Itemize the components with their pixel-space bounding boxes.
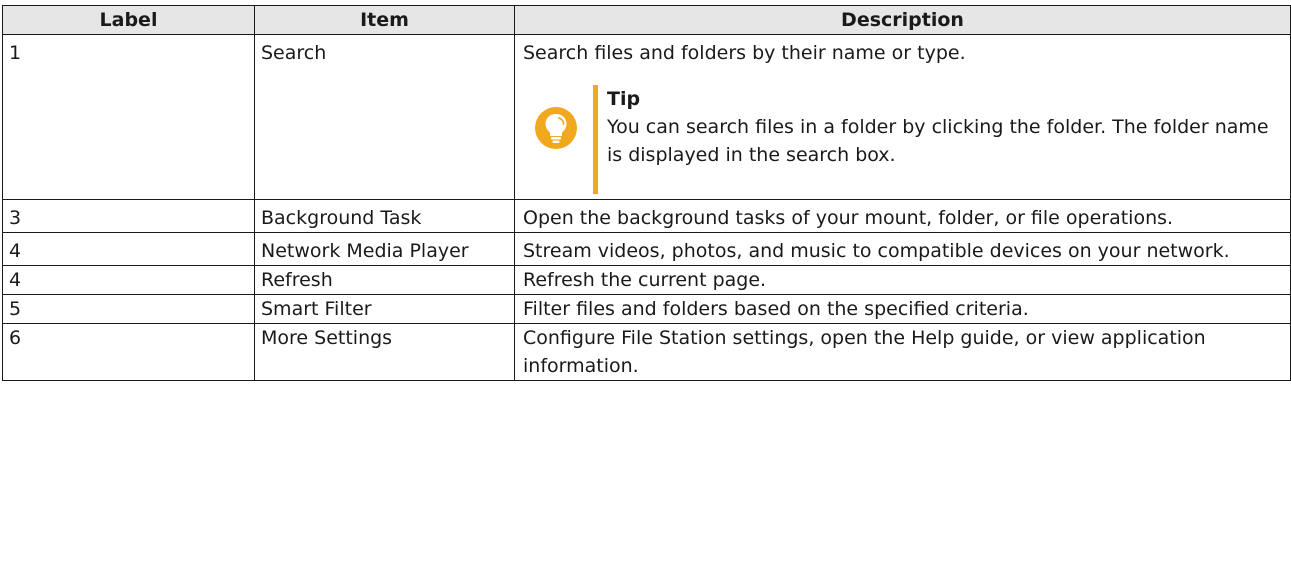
row-label: 3 (2, 199, 255, 233)
row-item: More Settings (254, 323, 515, 381)
table-row: 4 Refresh Refresh the current page. (2, 265, 1291, 295)
table-row: 3 Background Task Open the background ta… (2, 199, 1291, 233)
tip-text: You can search files in a folder by clic… (607, 116, 1269, 166)
row-label: 5 (2, 294, 255, 324)
table-row: 4 Network Media Player Stream videos, ph… (2, 232, 1291, 266)
table-row: 1 Search Search files and folders by the… (2, 34, 1291, 200)
toolbar-items-table: Label Item Description 1 Search Search f… (2, 5, 1291, 381)
header-description: Description (514, 5, 1291, 35)
row-item: Search (254, 34, 515, 200)
table-row: 6 More Settings Configure File Station s… (2, 323, 1291, 381)
header-item: Item (254, 5, 515, 35)
row-item: Smart Filter (254, 294, 515, 324)
tip-body: Tip You can search files in a folder by … (607, 85, 1275, 169)
tip-accent-bar (593, 85, 598, 194)
row-label: 1 (2, 34, 255, 200)
row-description: Stream videos, photos, and music to comp… (514, 232, 1291, 266)
row-description: Open the background tasks of your mount,… (514, 199, 1291, 233)
row-description: Configure File Station settings, open th… (514, 323, 1291, 381)
row-item: Background Task (254, 199, 515, 233)
row-label: 4 (2, 265, 255, 295)
row-item: Network Media Player (254, 232, 515, 266)
row-description-cell: Search files and folders by their name o… (514, 34, 1291, 200)
row-item: Refresh (254, 265, 515, 295)
row-description: Search files and folders by their name o… (523, 42, 966, 64)
tip-callout: Tip You can search files in a folder by … (535, 85, 1285, 195)
table-row: 5 Smart Filter Filter files and folders … (2, 294, 1291, 324)
row-description: Refresh the current page. (514, 265, 1291, 295)
row-label: 4 (2, 232, 255, 266)
lightbulb-icon (535, 107, 577, 149)
row-label: 6 (2, 323, 255, 381)
tip-title: Tip (607, 88, 641, 110)
header-label: Label (2, 5, 255, 35)
row-description: Filter files and folders based on the sp… (514, 294, 1291, 324)
table-header-row: Label Item Description (2, 5, 1291, 35)
